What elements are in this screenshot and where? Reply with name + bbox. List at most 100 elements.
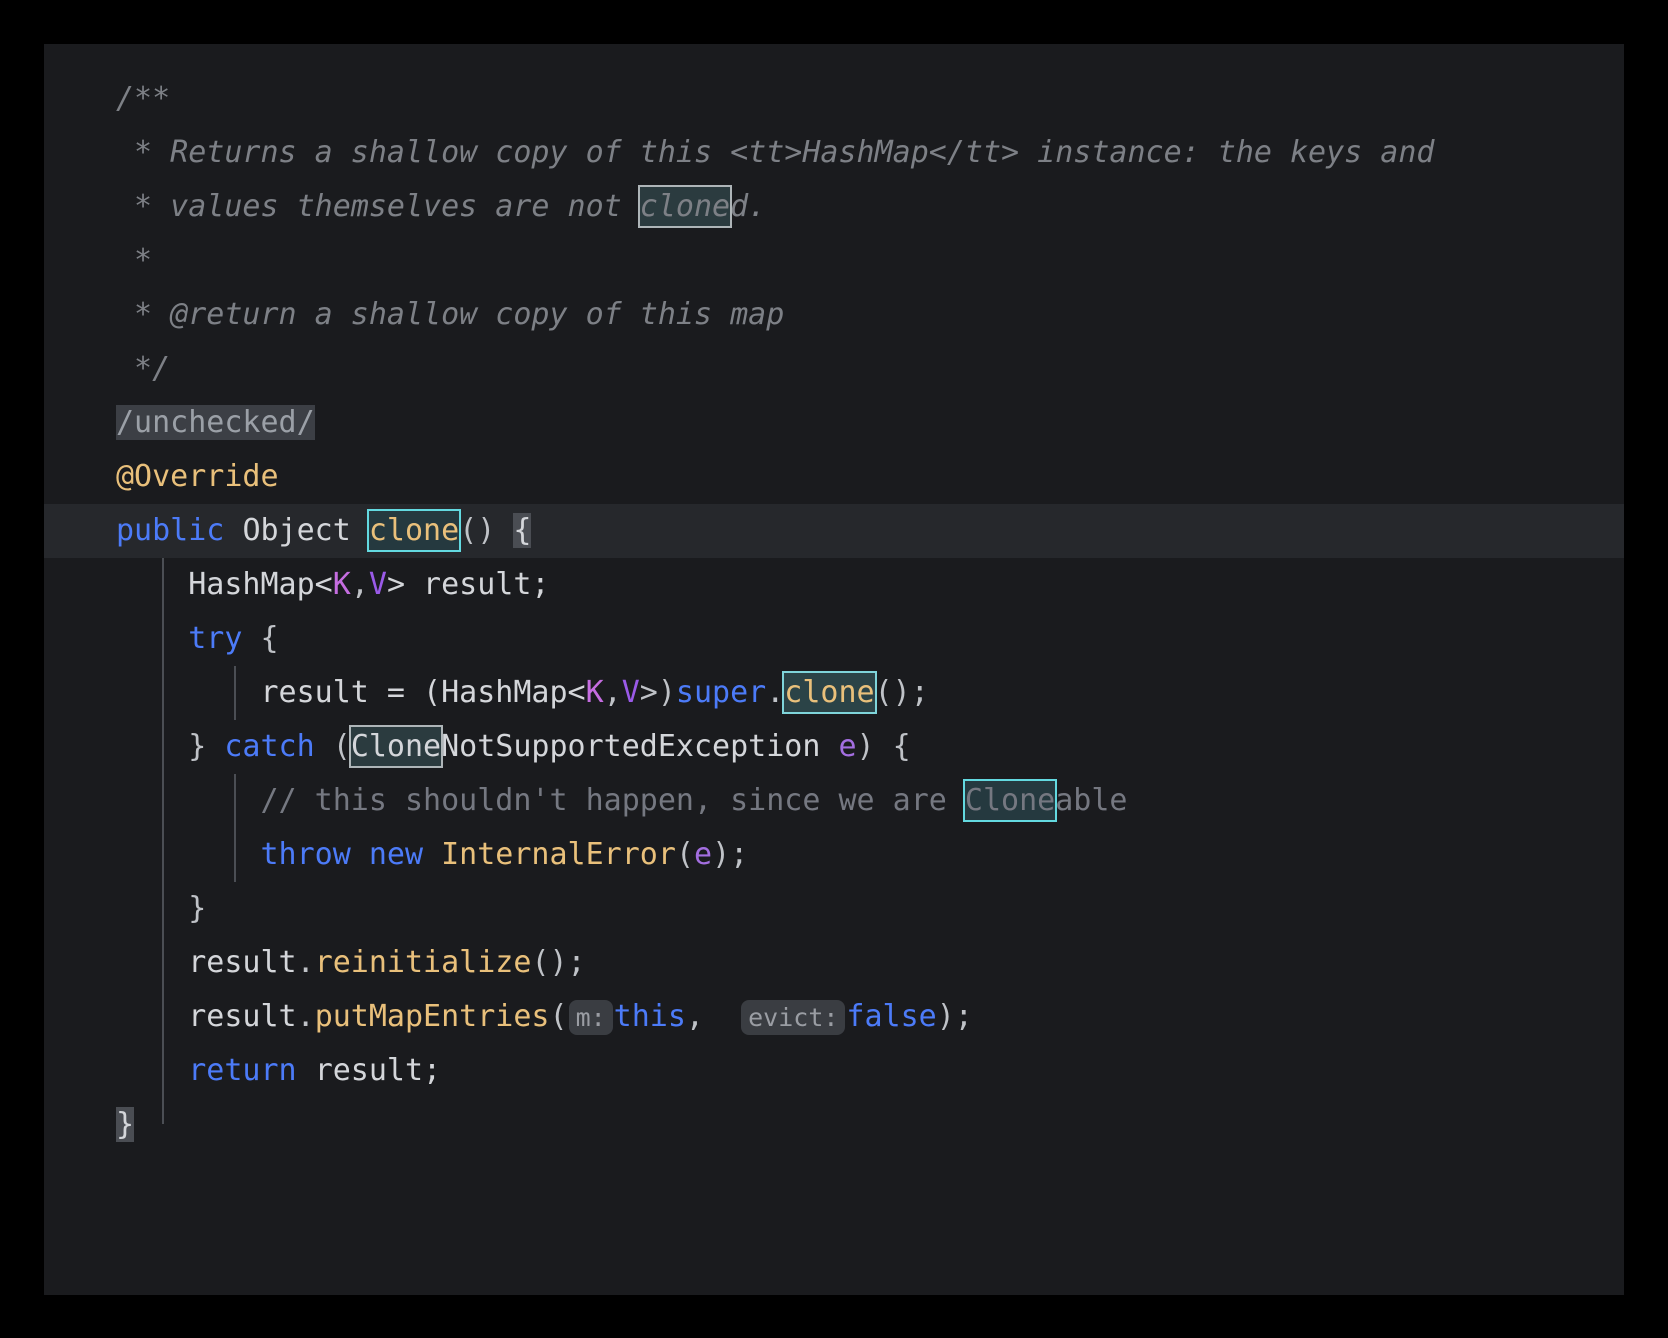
indent-guide	[162, 612, 164, 666]
keyword-return: return	[188, 1053, 297, 1088]
identifier-result: result	[188, 999, 297, 1034]
indent-guide	[234, 828, 236, 882]
code-line[interactable]: HashMap<K,V> result;	[44, 558, 1624, 612]
parameter-e: e	[838, 729, 857, 764]
javadoc-text: * Returns a shallow copy of this <tt>Has…	[116, 135, 1435, 170]
search-match-highlight[interactable]: clone	[366, 509, 462, 552]
parameter-e: e	[694, 837, 713, 872]
javadoc-text: d.	[730, 189, 767, 224]
identifier-result: result;	[314, 1053, 442, 1088]
code-line-current[interactable]: public Object clone() {	[44, 504, 1624, 558]
indent-guide	[162, 936, 164, 990]
search-match-highlight[interactable]: Clone	[962, 779, 1058, 822]
javadoc-text: */	[116, 351, 171, 386]
paren-open: (	[675, 837, 694, 872]
keyword-false: false	[846, 999, 937, 1034]
keyword-super: super	[675, 675, 767, 710]
code-line[interactable]: return result;	[44, 1044, 1624, 1098]
search-match-highlight[interactable]: clone	[782, 671, 877, 714]
empty-parens: ()	[459, 513, 496, 548]
indent-guide	[162, 828, 164, 882]
brace-close: }	[188, 891, 207, 926]
code-line[interactable]: }	[44, 882, 1624, 936]
semi-close: );	[936, 999, 973, 1034]
code-line[interactable]: /**	[44, 72, 1624, 126]
declaration-result: > result;	[386, 567, 550, 602]
code-line[interactable]: /unchecked/	[44, 396, 1624, 450]
comma: ,	[350, 567, 369, 602]
indent-guide	[234, 774, 236, 828]
javadoc-text: * values themselves are not	[116, 189, 640, 224]
code-line[interactable]: * Returns a shallow copy of this <tt>Has…	[44, 126, 1624, 180]
code-line[interactable]: // this shouldn't happen, since we are C…	[44, 774, 1624, 828]
search-match-highlight[interactable]: clone	[637, 185, 733, 228]
code-line[interactable]: result.putMapEntries(m: this, evict: false…	[44, 990, 1624, 1044]
code-line[interactable]: result.reinitialize();	[44, 936, 1624, 990]
indent-guide	[162, 666, 164, 720]
parameter-hint-evict[interactable]: evict:	[741, 1000, 846, 1035]
code-line[interactable]: throw new InternalError(e);	[44, 828, 1624, 882]
code-editor-panel[interactable]: /** * Returns a shallow copy of this <tt…	[44, 44, 1624, 1295]
code-content[interactable]: /** * Returns a shallow copy of this <tt…	[44, 44, 1624, 1152]
type-object: Object	[242, 513, 351, 548]
code-line[interactable]: */	[44, 342, 1624, 396]
indent-guide	[234, 666, 236, 720]
code-line[interactable]: @Override	[44, 450, 1624, 504]
type-param-k: K	[332, 567, 351, 602]
type-param-v: V	[368, 567, 387, 602]
identifier-result: result	[188, 945, 297, 980]
indent-guide	[162, 774, 164, 828]
search-match-highlight[interactable]: Clone	[348, 725, 444, 768]
type-internalerror: InternalError	[441, 837, 676, 872]
keyword-this: this	[613, 999, 686, 1034]
indent-guide	[162, 1044, 164, 1098]
brace-open: {	[260, 621, 279, 656]
paren-open: (	[332, 729, 351, 764]
annotation-override: @Override	[116, 459, 279, 494]
code-line[interactable]: *	[44, 234, 1624, 288]
suppress-warnings-folded-text[interactable]: /unchecked/	[116, 405, 315, 440]
indent-guide	[162, 882, 164, 936]
code-line[interactable]: } catch (CloneNotSupportedException e) {	[44, 720, 1624, 774]
code-line[interactable]: * @return a shallow copy of this map	[44, 288, 1624, 342]
paren-open: (	[549, 999, 568, 1034]
dot: .	[296, 999, 315, 1034]
matching-brace-highlight: {	[513, 513, 532, 548]
method-reinitialize: reinitialize	[314, 945, 532, 980]
parameter-hint-m[interactable]: m:	[568, 1000, 613, 1035]
javadoc-text: /**	[116, 81, 171, 116]
call-close: ();	[874, 675, 929, 710]
keyword-public: public	[116, 513, 225, 548]
type-hashmap: HashMap<	[188, 567, 333, 602]
call-close: ();	[531, 945, 586, 980]
dot: .	[766, 675, 785, 710]
code-line[interactable]: try {	[44, 612, 1624, 666]
assignment-result: result = (HashMap<	[260, 675, 586, 710]
keyword-new: new	[368, 837, 424, 872]
indent-guide	[162, 1098, 164, 1124]
line-comment: able	[1055, 783, 1128, 818]
comma: ,	[603, 675, 622, 710]
code-line[interactable]: }	[44, 1098, 1624, 1152]
keyword-catch: catch	[224, 729, 315, 764]
keyword-throw: throw	[260, 837, 351, 872]
javadoc-text: *	[116, 243, 153, 278]
code-line[interactable]: * values themselves are not cloned.	[44, 180, 1624, 234]
cast-close: >)	[639, 675, 676, 710]
code-line[interactable]: result = (HashMap<K,V>)super.clone();	[44, 666, 1624, 720]
